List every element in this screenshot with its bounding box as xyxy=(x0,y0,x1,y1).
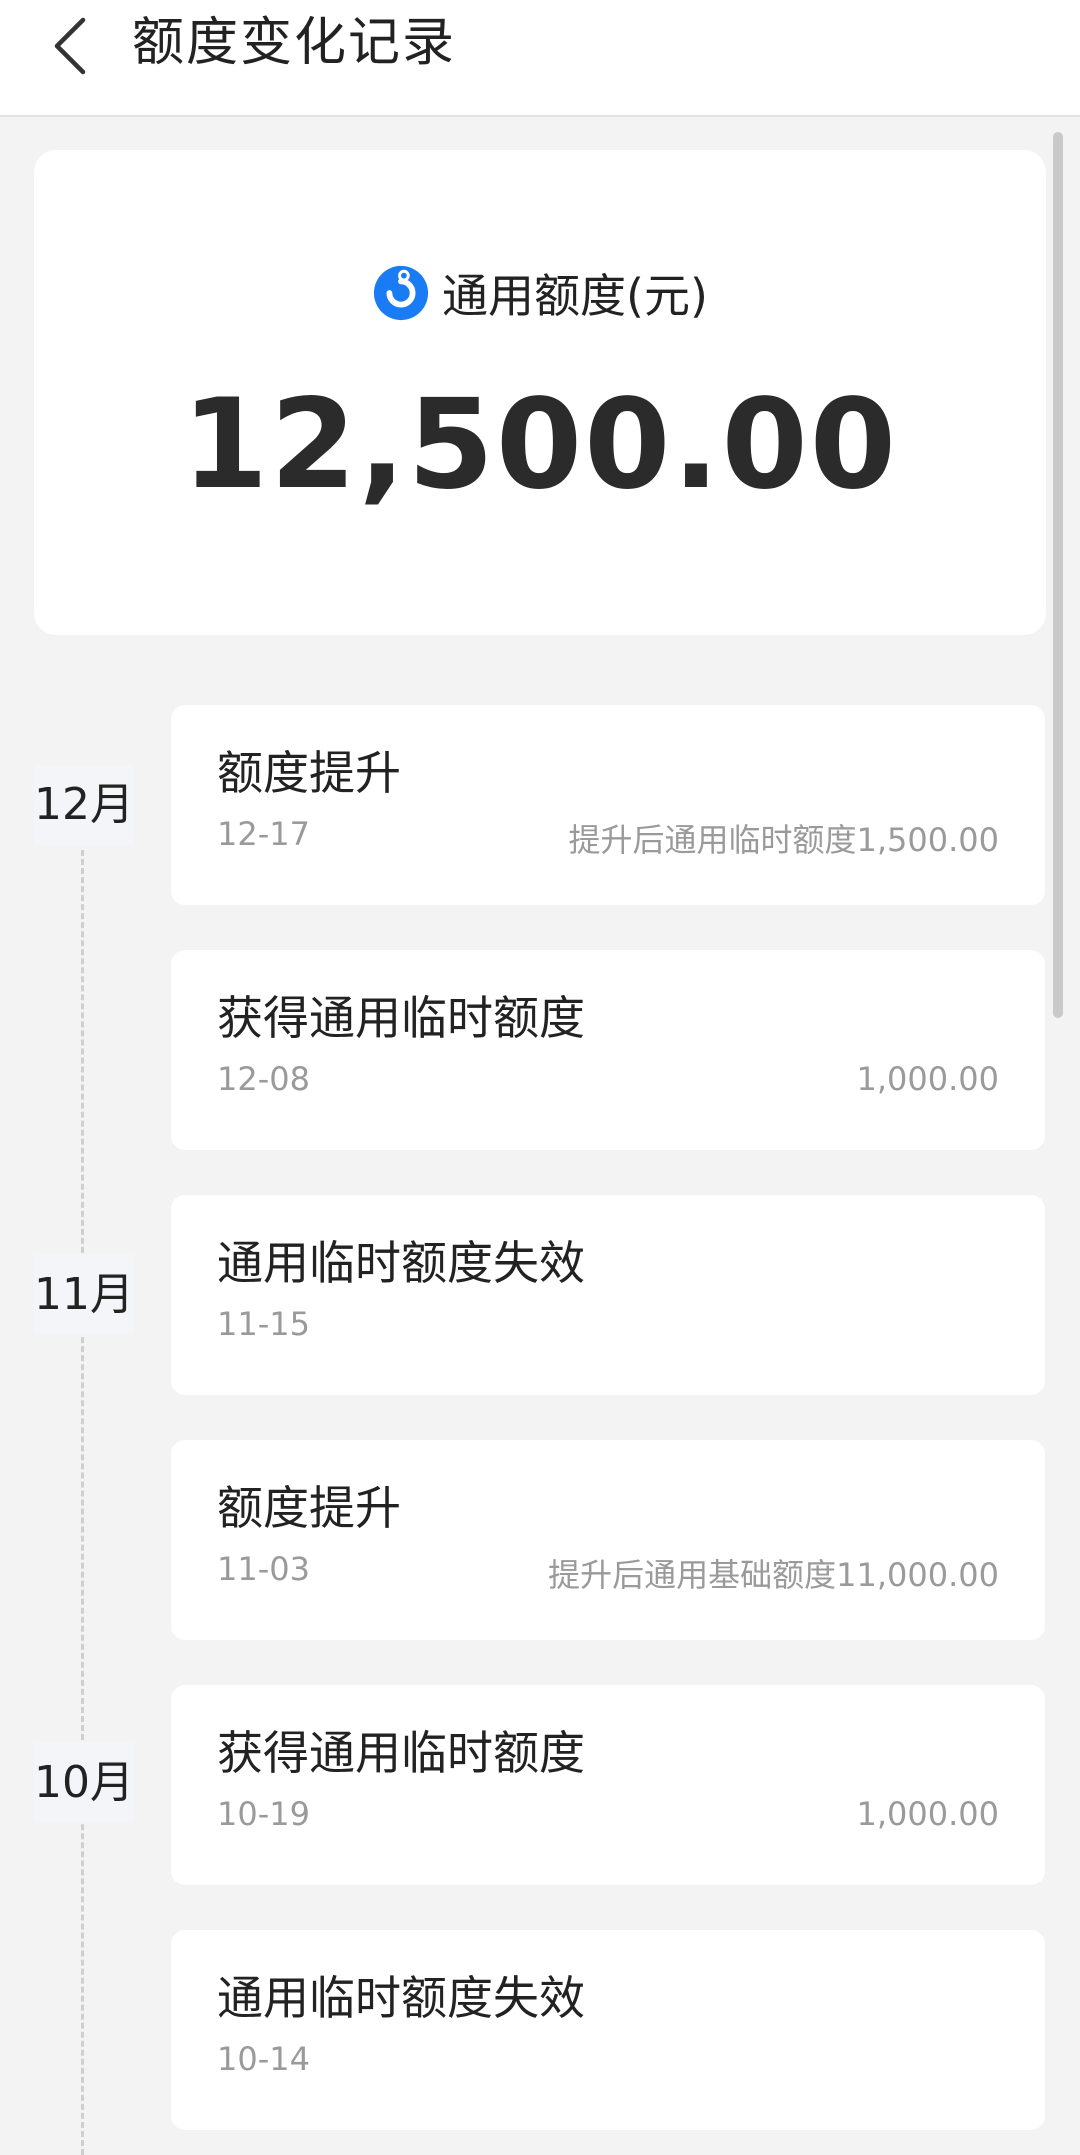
page-title: 额度变化记录 xyxy=(132,13,457,73)
record-detail: 提升后通用基础额度11,000.00 xyxy=(548,1556,999,1594)
record-date: 11-15 xyxy=(217,1305,310,1343)
record-date: 12-17 xyxy=(217,815,310,853)
record-detail: 提升后通用临时额度1,500.00 xyxy=(568,821,999,859)
record-title: 获得通用临时额度 xyxy=(217,991,585,1045)
month-label-december: 12月 xyxy=(34,765,134,845)
record-detail: 1,000.00 xyxy=(856,1795,1000,1833)
chevron-left-icon xyxy=(54,17,86,75)
record-title: 通用临时额度失效 xyxy=(217,1236,585,1290)
month-label-november: 11月 xyxy=(34,1255,134,1335)
record-card[interactable]: 通用临时额度失效 11-15 xyxy=(171,1195,1045,1395)
summary-label: 通用额度(元) xyxy=(442,269,708,323)
summary-amount: 12,500.00 xyxy=(181,373,899,517)
scrollbar[interactable] xyxy=(1053,132,1063,1018)
month-label-october: 10月 xyxy=(34,1743,134,1823)
timeline-line xyxy=(81,850,84,2155)
record-card[interactable]: 额度提升 12-17 提升后通用临时额度1,500.00 xyxy=(171,705,1045,905)
record-card[interactable]: 获得通用临时额度 12-08 1,000.00 xyxy=(171,950,1045,1150)
back-button[interactable] xyxy=(36,6,106,86)
quota-logo-icon xyxy=(373,265,429,321)
record-title: 通用临时额度失效 xyxy=(217,1971,585,2025)
record-card[interactable]: 获得通用临时额度 10-19 1,000.00 xyxy=(171,1685,1045,1885)
record-title: 额度提升 xyxy=(217,1481,401,1535)
record-title: 额度提升 xyxy=(217,746,401,800)
summary-label-row: 通用额度(元) xyxy=(34,258,1046,328)
record-date: 10-14 xyxy=(217,2040,310,2078)
record-card[interactable]: 通用临时额度失效 10-14 xyxy=(171,1930,1045,2130)
top-bar: 额度变化记录 xyxy=(0,0,1080,117)
summary-card: 通用额度(元) 12,500.00 xyxy=(34,150,1046,635)
record-title: 获得通用临时额度 xyxy=(217,1726,585,1780)
record-date: 10-19 xyxy=(217,1795,310,1833)
record-card[interactable]: 额度提升 11-03 提升后通用基础额度11,000.00 xyxy=(171,1440,1045,1640)
record-date: 11-03 xyxy=(217,1550,310,1588)
record-date: 12-08 xyxy=(217,1060,310,1098)
record-detail: 1,000.00 xyxy=(856,1060,1000,1098)
